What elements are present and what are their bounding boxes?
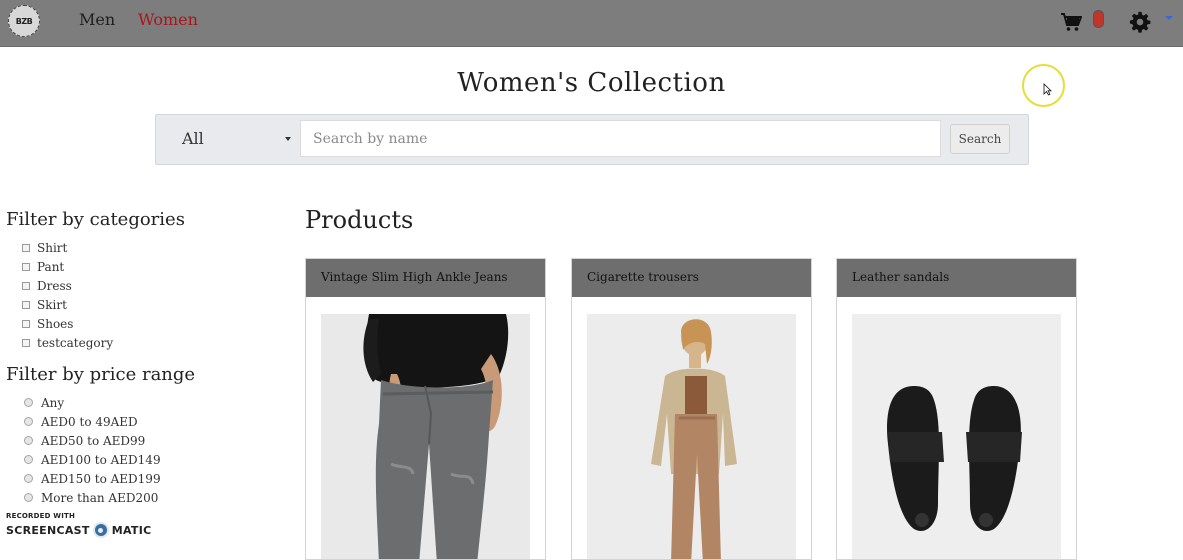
product-image-sandals[interactable] xyxy=(852,314,1061,559)
checkbox[interactable] xyxy=(22,300,30,309)
category-filter-pant[interactable]: Pant xyxy=(22,257,113,276)
checkbox[interactable] xyxy=(22,243,30,252)
radio-button[interactable] xyxy=(24,417,33,426)
filter-label: More than AED200 xyxy=(41,490,159,505)
watermark-brand: SCREENCAST MATIC xyxy=(6,522,152,538)
filter-label: AED50 to AED99 xyxy=(41,433,146,448)
filter-label: Dress xyxy=(37,278,72,293)
price-filter-list: Any AED0 to 49AED AED50 to AED99 AED100 … xyxy=(24,393,161,507)
filter-label: Shirt xyxy=(37,240,68,255)
watermark-right: MATIC xyxy=(111,523,152,537)
search-button[interactable]: Search xyxy=(950,124,1010,154)
filter-label: testcategory xyxy=(37,335,114,350)
radio-button[interactable] xyxy=(24,493,33,502)
product-card[interactable]: Vintage Slim High Ankle Jeans xyxy=(305,258,546,560)
price-filter-50-99[interactable]: AED50 to AED99 xyxy=(24,431,161,450)
filter-label: AED100 to AED149 xyxy=(41,452,161,467)
radio-button[interactable] xyxy=(24,398,33,407)
category-select[interactable]: All xyxy=(156,115,299,164)
screencast-watermark: RECORDED WITH SCREENCAST MATIC xyxy=(6,512,152,538)
filter-label: Pant xyxy=(37,259,65,274)
product-card-title[interactable]: Cigarette trousers xyxy=(572,259,811,297)
caret-down-icon[interactable] xyxy=(1165,16,1173,20)
filter-label: AED0 to 49AED xyxy=(41,414,138,429)
price-filter-any[interactable]: Any xyxy=(24,393,161,412)
category-filter-shoes[interactable]: Shoes xyxy=(22,314,113,333)
filter-label: Shoes xyxy=(37,316,74,331)
category-filter-shirt[interactable]: Shirt xyxy=(22,238,113,257)
filter-label: Skirt xyxy=(37,297,67,312)
watermark-left: SCREENCAST xyxy=(6,523,90,537)
product-card[interactable]: Leather sandals xyxy=(836,258,1077,560)
watermark-recorded-label: RECORDED WITH xyxy=(6,512,76,520)
filter-categories-heading: Filter by categories xyxy=(6,209,185,230)
price-filter-0-49[interactable]: AED0 to 49AED xyxy=(24,412,161,431)
filter-label: AED150 to AED199 xyxy=(41,471,161,486)
category-filter-list: Shirt Pant Dress Skirt Shoes testcategor… xyxy=(22,238,113,352)
product-image-trousers[interactable] xyxy=(587,314,796,559)
radio-button[interactable] xyxy=(24,436,33,445)
radio-button[interactable] xyxy=(24,455,33,464)
search-bar: All Search xyxy=(155,114,1029,165)
mouse-pointer-icon xyxy=(1043,83,1052,96)
nav-link-women[interactable]: Women xyxy=(138,10,198,29)
filter-label: Any xyxy=(41,395,65,410)
screencast-logo-icon xyxy=(92,522,109,538)
page-title: Women's Collection xyxy=(457,68,726,98)
checkbox[interactable] xyxy=(22,281,30,290)
top-navbar: BZB Men Women xyxy=(0,0,1183,47)
product-image-jeans[interactable] xyxy=(321,314,530,559)
brand-logo[interactable]: BZB xyxy=(8,5,40,37)
price-filter-200-plus[interactable]: More than AED200 xyxy=(24,488,161,507)
product-card-title[interactable]: Vintage Slim High Ankle Jeans xyxy=(306,259,545,297)
product-card-title[interactable]: Leather sandals xyxy=(837,259,1076,297)
category-filter-dress[interactable]: Dress xyxy=(22,276,113,295)
nav-link-men[interactable]: Men xyxy=(79,10,115,29)
product-card[interactable]: Cigarette trousers xyxy=(571,258,812,560)
radio-button[interactable] xyxy=(24,474,33,483)
checkbox[interactable] xyxy=(22,319,30,328)
price-filter-150-199[interactable]: AED150 to AED199 xyxy=(24,469,161,488)
price-filter-100-149[interactable]: AED100 to AED149 xyxy=(24,450,161,469)
category-filter-testcategory[interactable]: testcategory xyxy=(22,333,113,352)
gear-icon[interactable] xyxy=(1129,11,1151,33)
cart-count-badge xyxy=(1093,10,1104,28)
checkbox[interactable] xyxy=(22,262,30,271)
search-input[interactable] xyxy=(300,120,941,157)
category-filter-skirt[interactable]: Skirt xyxy=(22,295,113,314)
products-heading: Products xyxy=(305,206,414,234)
chevron-down-icon xyxy=(285,137,291,141)
checkbox[interactable] xyxy=(22,338,30,347)
cart-icon[interactable] xyxy=(1060,12,1082,32)
category-select-value: All xyxy=(182,129,204,148)
filter-price-heading: Filter by price range xyxy=(6,364,196,385)
